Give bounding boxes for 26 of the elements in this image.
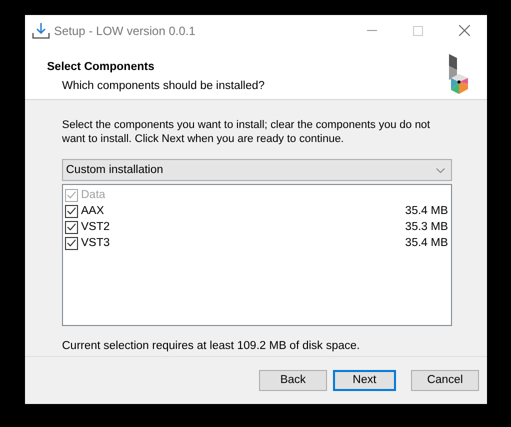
checkbox[interactable] bbox=[65, 204, 78, 218]
chevron-down-icon bbox=[436, 168, 445, 173]
dialog-button[interactable]: Cancel bbox=[411, 370, 479, 391]
dialog-button[interactable]: Next bbox=[333, 370, 396, 391]
download-icon bbox=[32, 22, 50, 40]
logo-icon bbox=[449, 54, 469, 95]
window-title: Setup - LOW version 0.0.1 bbox=[54, 22, 196, 40]
component-name: VST2 bbox=[81, 220, 110, 235]
component-name: Data bbox=[81, 188, 106, 203]
maximize-icon bbox=[413, 26, 423, 36]
instructions-text: Select the components you want to install; clear the components you do not want to install. Click Next when you are ready to continue. bbox=[62, 118, 432, 146]
component-size: 35.3 MB bbox=[405, 220, 448, 235]
install-type-dropdown[interactable]: Custom installation bbox=[62, 159, 452, 182]
component-name: VST3 bbox=[81, 236, 110, 251]
dropdown-value: Custom installation bbox=[66, 162, 164, 178]
page-subtitle: Which components should be installed? bbox=[61, 79, 265, 94]
component-size: 35.4 MB bbox=[405, 204, 448, 219]
component-name: AAX bbox=[81, 204, 104, 219]
checkbox[interactable] bbox=[65, 220, 78, 234]
minimize-icon bbox=[367, 30, 377, 31]
close-icon bbox=[458, 25, 470, 36]
component-size: 35.4 MB bbox=[405, 236, 448, 251]
checkbox[interactable] bbox=[65, 236, 78, 250]
page-title: Select Components bbox=[47, 60, 156, 75]
disk-space-text: Current selection requires at least 109.2 MB of disk space. bbox=[62, 339, 361, 354]
dialog-button[interactable]: Back bbox=[259, 370, 327, 391]
